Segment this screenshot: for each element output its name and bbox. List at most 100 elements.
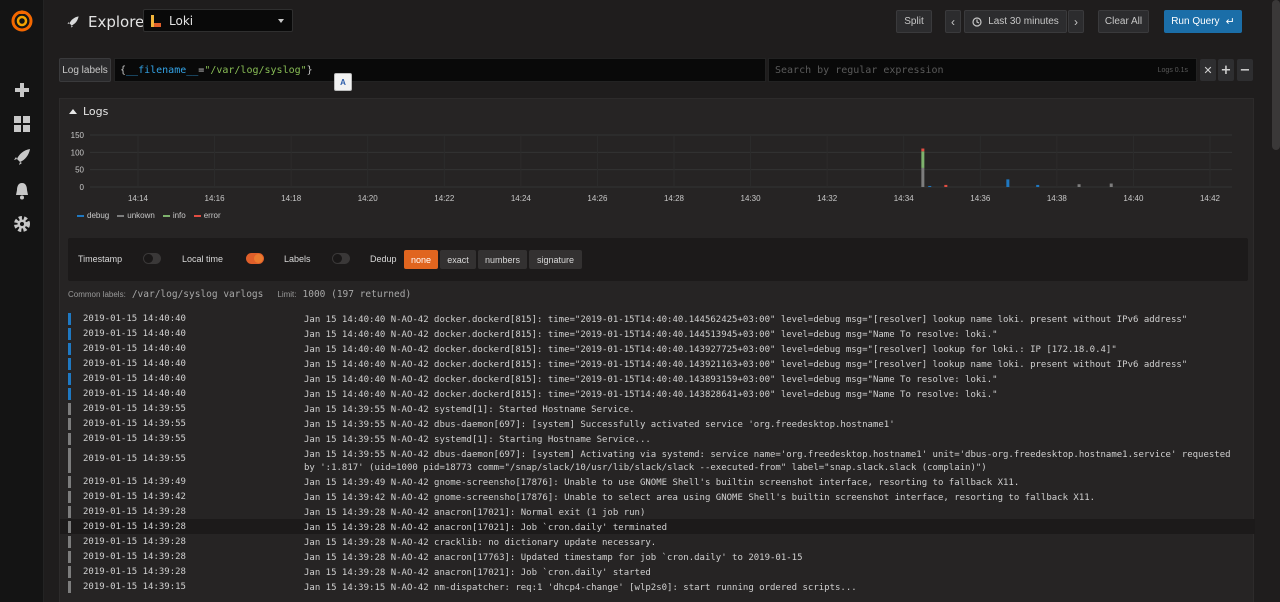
log-row[interactable]: 2019-01-15 14:39:49 Jan 15 14:39:49 N-AO-…	[60, 474, 1255, 489]
log-row[interactable]: 2019-01-15 14:40:40 Jan 15 14:40:40 N-AO-…	[60, 356, 1255, 371]
grafana-logo[interactable]	[10, 9, 34, 33]
legend-item-unkown[interactable]: unkown	[117, 211, 155, 220]
log-level-indicator	[68, 506, 71, 518]
limit-label: Limit:	[277, 290, 297, 299]
legend-item-error[interactable]: error	[193, 211, 221, 220]
split-button[interactable]: Split	[896, 10, 932, 33]
collapse-query-button[interactable]: −	[1237, 59, 1253, 81]
log-row[interactable]: 2019-01-15 14:40:40 Jan 15 14:40:40 N-AO-…	[60, 386, 1255, 401]
log-row[interactable]: 2019-01-15 14:39:28 Jan 15 14:39:28 N-AO-…	[60, 549, 1255, 564]
log-level-indicator	[68, 491, 71, 503]
log-level-indicator	[68, 418, 71, 430]
bell-icon[interactable]	[12, 181, 32, 201]
log-controls: Timestamp Local time Labels Dedup none e…	[68, 238, 1248, 281]
datasource-picker[interactable]: Loki	[143, 9, 293, 32]
datasource-name: Loki	[169, 13, 194, 28]
log-level-indicator	[68, 358, 71, 370]
log-row[interactable]: 2019-01-15 14:40:40 Jan 15 14:40:40 N-AO-…	[60, 341, 1255, 356]
log-row[interactable]: 2019-01-15 14:40:40 Jan 15 14:40:40 N-AO-…	[60, 311, 1255, 326]
page-title: Explore	[66, 11, 144, 33]
explore-main: Explore Loki Split ‹ Last 30 minutes › C…	[44, 0, 1280, 602]
chevron-down-icon	[278, 19, 284, 23]
remove-query-button[interactable]: ✕	[1200, 59, 1216, 81]
x-tick-label: 14:26	[587, 194, 608, 203]
log-row[interactable]: 2019-01-15 14:40:40 Jan 15 14:40:40 N-AO-…	[60, 326, 1255, 341]
time-picker-button[interactable]: Last 30 minutes	[964, 10, 1067, 33]
y-tick-label: 100	[71, 148, 85, 157]
log-level-indicator	[68, 388, 71, 400]
timestamp-toggle[interactable]	[143, 253, 161, 264]
log-row[interactable]: 2019-01-15 14:39:28 Jan 15 14:39:28 N-AO-…	[60, 519, 1255, 534]
log-timestamp: 2019-01-15 14:40:40	[83, 359, 186, 369]
explore-icon[interactable]	[12, 147, 32, 167]
translate-icon[interactable]: A	[334, 73, 352, 91]
log-timestamp: 2019-01-15 14:40:40	[83, 344, 186, 354]
log-row[interactable]: 2019-01-15 14:39:28 Jan 15 14:39:28 N-AO-…	[60, 534, 1255, 549]
bar-unkown	[1077, 184, 1081, 187]
legend-label: info	[172, 211, 186, 220]
query-input[interactable]: {__filename__="/var/log/syslog"}	[114, 58, 766, 82]
x-tick-label: 14:42	[1200, 194, 1221, 203]
time-range-label: Last 30 minutes	[988, 16, 1059, 27]
dashboards-icon[interactable]	[12, 114, 32, 134]
legend-swatch	[117, 214, 125, 217]
log-row[interactable]: 2019-01-15 14:39:28 Jan 15 14:39:28 N-AO-…	[60, 564, 1255, 579]
log-timestamp: 2019-01-15 14:40:40	[83, 389, 186, 399]
close-icon: ✕	[1203, 63, 1213, 77]
log-level-indicator	[68, 313, 71, 325]
labels-toggle[interactable]	[332, 253, 350, 264]
dedup-exact-button[interactable]: exact	[440, 250, 476, 269]
bar-debug	[1006, 179, 1010, 187]
local-time-label: Local time	[182, 254, 224, 264]
time-back-button[interactable]: ‹	[945, 10, 961, 33]
log-rows: 2019-01-15 14:40:40 Jan 15 14:40:40 N-AO-…	[60, 311, 1255, 594]
legend-item-debug[interactable]: debug	[77, 211, 109, 220]
log-timestamp: 2019-01-15 14:39:28	[83, 537, 186, 547]
bar-error	[944, 184, 948, 187]
y-tick-label: 50	[75, 166, 84, 175]
query-close-brace: }	[306, 65, 313, 76]
log-row[interactable]: 2019-01-15 14:39:55 Jan 15 14:39:55 N-AO-…	[60, 431, 1255, 446]
dedup-numbers-button[interactable]: numbers	[478, 250, 527, 269]
logs-volume-chart: 0 50 100 150 14:14 14:16 14:18 14:20 14:22 14:24 1…	[71, 131, 1232, 203]
log-level-indicator	[68, 476, 71, 488]
add-query-button[interactable]: +	[1218, 59, 1234, 81]
log-labels-button[interactable]: Log labels	[59, 58, 111, 82]
log-row[interactable]: 2019-01-15 14:40:40 Jan 15 14:40:40 N-AO-…	[60, 371, 1255, 386]
legend-item-info[interactable]: info	[162, 211, 186, 220]
query-label-value: "/var/log/syslog"	[204, 65, 307, 76]
regex-search-input[interactable]: Search by regular expression Logs 0.1s	[768, 58, 1197, 82]
log-timestamp: 2019-01-15 14:39:42	[83, 492, 186, 502]
bar-debug	[928, 185, 932, 187]
log-row[interactable]: 2019-01-15 14:39:55 Jan 15 14:39:55 N-AO-…	[60, 401, 1255, 416]
log-row[interactable]: 2019-01-15 14:39:42 Jan 15 14:39:42 N-AO-…	[60, 489, 1255, 504]
local-time-toggle[interactable]	[246, 253, 264, 264]
top-nav: Explore Loki Split ‹ Last 30 minutes › C…	[44, 0, 1280, 44]
dedup-none-button[interactable]: none	[404, 250, 438, 269]
plus-icon[interactable]	[12, 80, 32, 100]
log-timestamp: 2019-01-15 14:39:28	[83, 507, 186, 517]
legend-label: unkown	[127, 211, 155, 220]
log-row[interactable]: 2019-01-15 14:39:55 Jan 15 14:39:55 N-AO-…	[60, 446, 1255, 474]
log-level-indicator	[68, 581, 71, 593]
enter-icon: ↵	[1225, 16, 1235, 28]
clear-all-button[interactable]: Clear All	[1098, 10, 1149, 33]
log-level-indicator	[68, 433, 71, 445]
log-row[interactable]: 2019-01-15 14:39:28 Jan 15 14:39:28 N-AO-…	[60, 504, 1255, 519]
gear-icon[interactable]	[12, 214, 32, 234]
common-labels-label: Common labels:	[68, 290, 126, 299]
bar-error	[921, 148, 925, 152]
time-forward-button[interactable]: ›	[1068, 10, 1084, 33]
log-row[interactable]: 2019-01-15 14:39:55 Jan 15 14:39:55 N-AO-…	[60, 416, 1255, 431]
log-row[interactable]: 2019-01-15 14:39:15 Jan 15 14:39:15 N-AO-…	[60, 579, 1255, 594]
log-level-indicator	[68, 403, 71, 415]
log-timestamp: 2019-01-15 14:39:28	[83, 522, 186, 532]
logs-panel-header[interactable]: Logs	[69, 105, 108, 118]
run-query-button[interactable]: Run Query ↵	[1164, 10, 1242, 33]
log-message: Jan 15 14:39:15 N-AO-42 nm-dispatcher: r…	[304, 583, 857, 593]
query-timing-hint: Logs 0.1s	[1157, 67, 1188, 74]
dedup-signature-button[interactable]: signature	[529, 250, 582, 269]
log-timestamp: 2019-01-15 14:39:28	[83, 567, 186, 577]
legend-swatch	[77, 214, 84, 217]
log-level-indicator	[68, 551, 71, 563]
